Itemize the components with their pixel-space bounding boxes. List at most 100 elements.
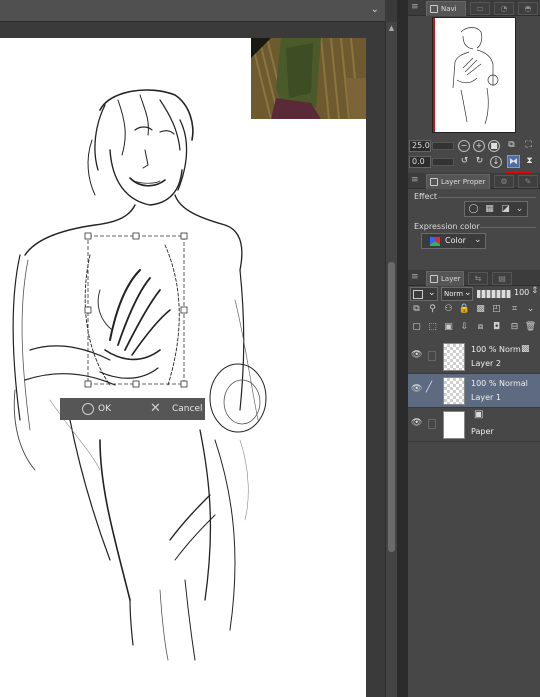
zoom-slider[interactable] <box>432 142 454 150</box>
flip-vertical-icon[interactable]: ⧗ <box>523 155 536 168</box>
rotate-right-icon[interactable]: ↻ <box>473 155 486 168</box>
tab-history[interactable]: ⇆ <box>468 272 488 285</box>
frame-icon <box>413 290 423 299</box>
layer-more-icon[interactable]: ⌄ <box>524 303 537 316</box>
menu-icon[interactable]: ≡ <box>411 272 419 282</box>
tab-navigator-label: Navi <box>441 5 457 13</box>
tone-icon: ▩ <box>521 344 530 354</box>
tone-effect-icon[interactable]: ▦ <box>483 203 496 216</box>
eye-icon[interactable]: 👁 <box>411 419 422 428</box>
close-icon[interactable]: ✕ <box>150 398 161 420</box>
navigator-icon <box>430 5 438 13</box>
delete-layer-icon[interactable]: 🗑 <box>524 321 537 334</box>
scrollbar-thumb[interactable] <box>388 262 395 552</box>
canvas-tab-bar: ⌄ <box>0 0 385 22</box>
tab-subview[interactable]: ▭ <box>470 2 490 15</box>
zoom-out-icon[interactable]: − <box>458 140 470 152</box>
reference-layer-icon[interactable]: ⚲ <box>426 303 439 316</box>
new-raster-layer-icon[interactable]: ▢ <box>410 321 423 334</box>
fit-screen-icon[interactable]: ⛶ <box>522 139 535 152</box>
lock-toggle[interactable] <box>428 351 436 361</box>
sketch-drawing <box>12 89 267 661</box>
chevron-down-icon[interactable]: ⌄ <box>513 203 526 216</box>
layer-property-tab-bar: ≡ Layer Proper ⚙ ✎ <box>408 173 540 189</box>
lock-icon[interactable]: 🔒 <box>458 303 471 316</box>
layer-row[interactable]: 👁 100 % Norm ▩ Layer 2 <box>408 340 540 374</box>
layer-color-select[interactable]: ⌄ <box>410 287 438 301</box>
stop-icon[interactable]: ■ <box>488 140 500 152</box>
divider <box>438 197 536 198</box>
check-icon[interactable] <box>82 403 94 415</box>
layer-name: Layer 1 <box>471 393 501 402</box>
paper-thumbnail <box>443 411 465 439</box>
opacity-value[interactable]: 100 <box>514 288 529 297</box>
clip-layer-icon[interactable]: ⧉ <box>410 303 423 316</box>
new-vector-layer-icon[interactable]: ⬚ <box>426 321 439 334</box>
transform-bounding-box[interactable] <box>84 232 188 388</box>
new-folder-icon[interactable]: ▣ <box>442 321 455 334</box>
chevron-down-icon: ⌄ <box>474 235 482 245</box>
rotate-value-field[interactable]: 0.0 <box>409 156 431 168</box>
lock-transparent-icon[interactable]: ▩ <box>474 303 487 316</box>
navigator-preview[interactable] <box>432 17 516 133</box>
mask-enable-icon[interactable]: ◰ <box>490 303 503 316</box>
layer-thumbnail <box>443 343 465 371</box>
layer-blend-mode: 100 % Normal <box>471 379 528 388</box>
expression-color-value: Color <box>445 236 466 245</box>
chevron-down-icon[interactable]: ⌄ <box>371 4 379 15</box>
tab-tool-property[interactable]: ⚙ <box>494 175 514 188</box>
menu-icon[interactable]: ≡ <box>411 2 419 12</box>
fit-window-icon[interactable]: ⧉ <box>505 139 518 152</box>
expression-color-select[interactable]: Color ⌄ <box>421 233 486 249</box>
border-effect-icon[interactable]: ◯ <box>467 203 480 216</box>
navigator-view-frame <box>433 18 435 132</box>
flip-horizontal-icon[interactable]: ⧓ <box>507 155 520 168</box>
zoom-in-icon[interactable]: + <box>473 140 485 152</box>
layer-property-icon <box>430 178 438 186</box>
opacity-slider[interactable] <box>477 290 511 298</box>
expression-color-label: Expression color <box>414 222 480 231</box>
canvas-vertical-scrollbar[interactable]: ▲ <box>385 22 397 697</box>
rotate-left-icon[interactable]: ↺ <box>458 155 471 168</box>
tab-search[interactable]: ◔ <box>494 2 514 15</box>
apply-mask-icon[interactable]: ⊟ <box>508 321 521 334</box>
layer-color-icon[interactable]: ◪ <box>499 203 512 216</box>
draft-layer-icon[interactable]: ⚇ <box>442 303 455 316</box>
menu-icon[interactable]: ≡ <box>411 175 419 185</box>
layer-mask-icon[interactable]: ◘ <box>490 321 503 334</box>
effect-label: Effect <box>414 192 438 201</box>
transform-confirm-bar: OK ✕ Cancel <box>60 398 205 420</box>
blend-mode-value: Norm <box>444 290 464 298</box>
canvas-paper[interactable] <box>0 38 366 697</box>
tab-brush[interactable]: ✎ <box>518 175 538 188</box>
tab-layer-property[interactable]: Layer Proper <box>426 174 490 189</box>
lock-toggle[interactable] <box>428 419 436 429</box>
eye-icon[interactable]: 👁 <box>411 351 422 360</box>
eye-icon[interactable]: 👁 <box>411 385 422 394</box>
ok-button[interactable]: OK <box>98 398 111 420</box>
reference-image[interactable] <box>251 38 366 119</box>
stepper-icon[interactable]: ⇕ <box>531 286 539 296</box>
navigator-toolbar: 25.0 − + ■ ⧉ ⛶ 0.0 ↺ ↻ ↓ ⧓ ⧗ <box>408 138 540 172</box>
navigator-tab-bar: ≡ Navi ▭ ◔ ◓ <box>408 0 540 16</box>
ruler-icon[interactable]: ⌗ <box>508 303 521 316</box>
divider <box>480 227 536 228</box>
tab-info[interactable]: ◓ <box>518 2 538 15</box>
tab-layer-property-label: Layer Proper <box>441 178 486 186</box>
layer-row-paper[interactable]: 👁 ▣ Paper <box>408 408 540 442</box>
layer-row-selected[interactable]: 👁 ╱ 100 % Normal Layer 1 <box>408 374 540 408</box>
cancel-button[interactable]: Cancel <box>172 398 203 420</box>
reset-rotation-icon[interactable]: ↓ <box>490 156 502 168</box>
transfer-down-icon[interactable]: ⇩ <box>458 321 471 334</box>
tab-navigator[interactable]: Navi <box>426 1 466 16</box>
rotate-slider[interactable] <box>432 158 454 166</box>
panel-gutter <box>397 0 408 697</box>
tab-animation[interactable]: ▤ <box>492 272 512 285</box>
combine-layer-icon[interactable]: ⧈ <box>474 321 487 334</box>
app-window: ⌄ ▲ OK ✕ Cancel ≡ Navi ▭ ◔ ◓ 25.0 − + ■ … <box>0 0 540 697</box>
layer-options-row: ⧉ ⚲ ⚇ 🔒 ▩ ◰ ⌗ ⌄ <box>410 303 538 319</box>
tab-layer[interactable]: Layer <box>426 271 464 286</box>
scroll-up-arrow-icon[interactable]: ▲ <box>387 24 396 32</box>
zoom-value-field[interactable]: 25.0 <box>409 140 431 152</box>
blend-mode-select[interactable]: Norm ⌄ <box>441 287 473 301</box>
